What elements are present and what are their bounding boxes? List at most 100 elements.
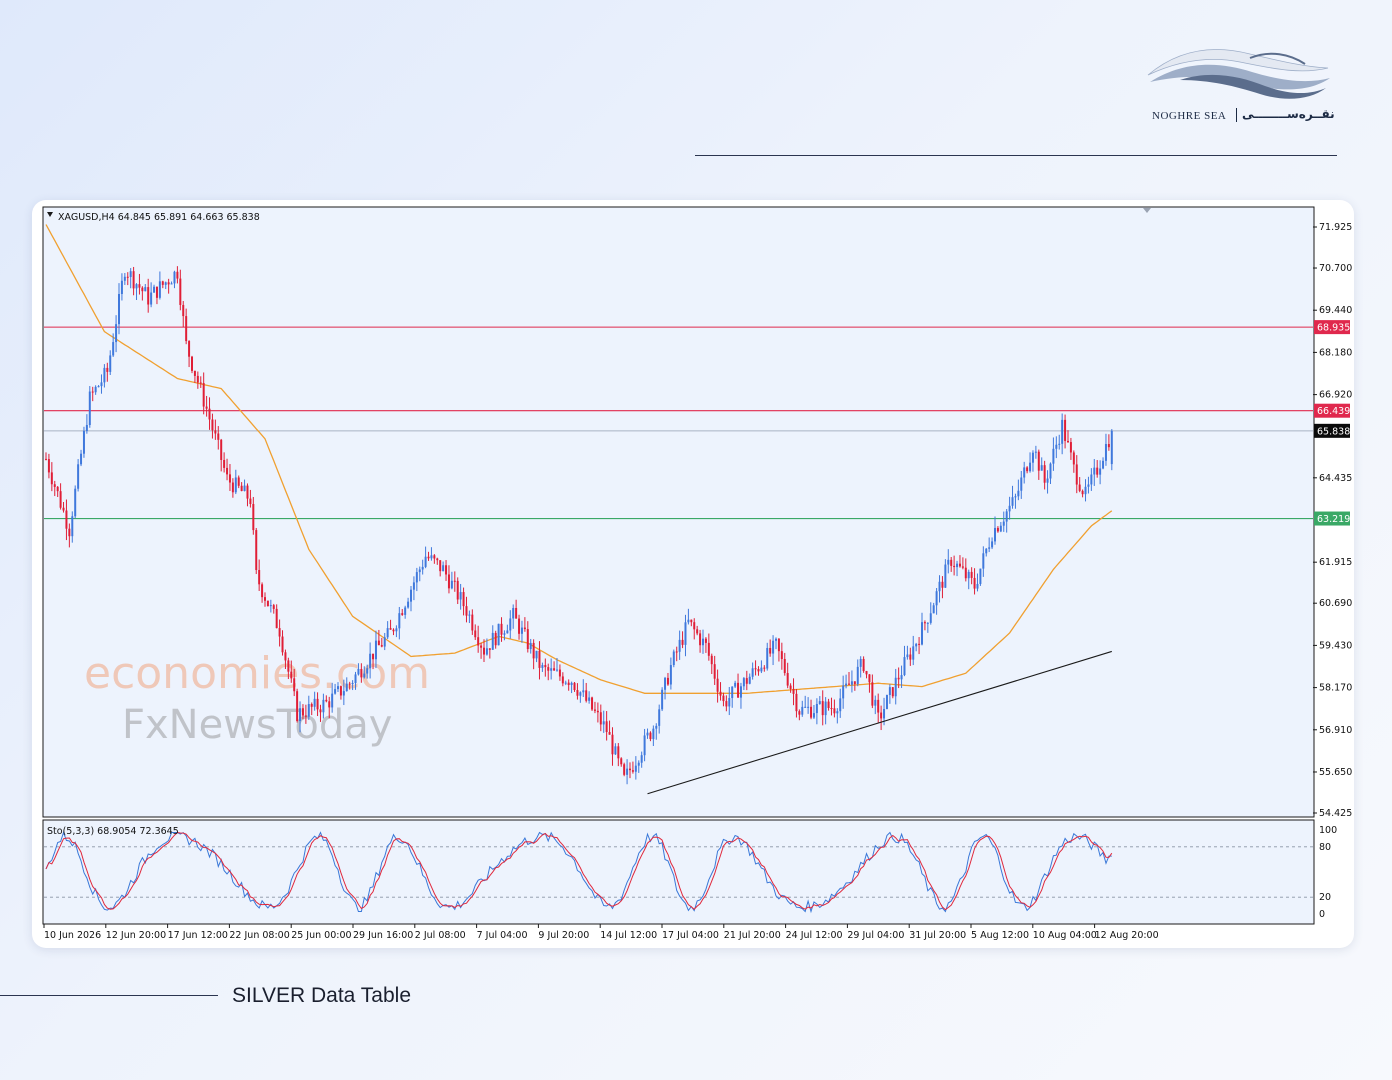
candle-body <box>170 283 173 285</box>
candle-body <box>1067 440 1069 443</box>
candle-body <box>655 725 658 729</box>
candle-body <box>871 682 874 706</box>
candle-body <box>246 485 249 499</box>
candle-body <box>996 527 999 532</box>
y-tick-label: 69.440 <box>1319 305 1352 316</box>
footer-rule <box>0 995 218 996</box>
candle-body <box>366 668 369 674</box>
candle-body <box>167 282 170 285</box>
candle-body <box>626 768 629 775</box>
candle-body <box>891 687 894 697</box>
candle-body <box>47 459 50 473</box>
watermark: economies.com FxNewsToday <box>84 648 430 748</box>
candle-body <box>208 408 211 420</box>
candle-body <box>827 701 830 708</box>
candle-body <box>608 732 611 735</box>
candle-body <box>351 682 354 684</box>
candle-body <box>106 367 109 372</box>
candle-body <box>316 698 319 710</box>
candle-body <box>611 734 614 755</box>
candle-body <box>728 698 731 707</box>
candle-body <box>719 691 722 696</box>
candle-body <box>915 643 918 647</box>
candle-body <box>243 485 246 492</box>
level-tag-label: 68.935 <box>1317 323 1350 334</box>
candle-body <box>132 271 135 289</box>
candle-body <box>850 681 853 685</box>
candle-body <box>477 637 480 646</box>
candle-body <box>191 356 193 371</box>
candle-body <box>815 704 818 714</box>
candle-body <box>687 619 690 623</box>
candle-body <box>722 695 725 702</box>
candle-body <box>976 583 979 589</box>
candle-body <box>696 629 699 634</box>
candle-body <box>564 682 567 684</box>
candle-body <box>526 629 529 650</box>
candle-body <box>188 341 191 357</box>
candle-body <box>231 482 234 493</box>
candle-body <box>325 699 328 702</box>
candle-body <box>958 563 961 567</box>
candle-body <box>789 685 792 689</box>
candle-body <box>921 622 923 645</box>
candle-body <box>348 683 351 685</box>
candle-body <box>278 628 281 637</box>
candle-body <box>769 647 772 654</box>
x-tick-label: 5 Aug 12:00 <box>971 930 1029 941</box>
x-tick-label: 9 Jul 20:00 <box>538 930 589 941</box>
candle-body <box>412 582 415 590</box>
level-tag-label: 65.838 <box>1317 426 1350 437</box>
candle-body <box>372 653 375 660</box>
candle-body <box>515 607 518 619</box>
candle-body <box>623 764 626 775</box>
candle-body <box>74 488 77 517</box>
candle-body <box>710 655 713 665</box>
candle-body <box>266 600 269 606</box>
candle-body <box>161 281 164 285</box>
candle-body <box>395 628 398 632</box>
candle-body <box>377 640 380 646</box>
brand-name: NOGHRE SEA <box>1152 110 1227 122</box>
candle-body <box>1037 451 1040 471</box>
candle-body <box>541 665 544 668</box>
candle-body <box>836 711 839 714</box>
candle-body <box>751 668 754 677</box>
candle-body <box>483 647 485 655</box>
candle-body <box>702 638 704 646</box>
candle-body <box>331 693 334 708</box>
candle-body <box>529 642 532 650</box>
candle-body <box>926 622 929 624</box>
candle-body <box>792 688 795 694</box>
candle-body <box>272 605 275 609</box>
candle-body <box>141 287 144 292</box>
stochastic-pane <box>42 819 1315 925</box>
candle-body <box>301 708 304 716</box>
candle-body <box>669 665 672 685</box>
candle-body <box>214 430 217 434</box>
candle-body <box>1069 442 1072 453</box>
candle-body <box>193 370 196 376</box>
candle-body <box>783 659 786 674</box>
candle-body <box>427 556 430 559</box>
stochastic-label: Sto(5,3,3) 68.9054 72.3645 <box>47 826 179 837</box>
candle-body <box>284 652 287 661</box>
candle-body <box>553 668 556 671</box>
candle-body <box>53 484 56 487</box>
candle-body <box>994 527 996 542</box>
candle-body <box>68 528 71 537</box>
candle-body <box>652 728 655 740</box>
candle-body <box>503 633 506 635</box>
candle-body <box>842 685 845 699</box>
candle-body <box>380 645 383 647</box>
stochastic-tick-label: 20 <box>1319 892 1331 903</box>
x-tick-label: 17 Jul 04:00 <box>662 930 719 941</box>
candle-body <box>614 746 617 755</box>
y-tick-label: 61.915 <box>1319 557 1352 568</box>
candle-body <box>807 706 810 708</box>
candle-body <box>734 682 737 687</box>
candle-body <box>570 682 573 686</box>
candle-body <box>538 650 541 668</box>
candle-body <box>497 623 500 646</box>
candle-body <box>118 293 120 325</box>
